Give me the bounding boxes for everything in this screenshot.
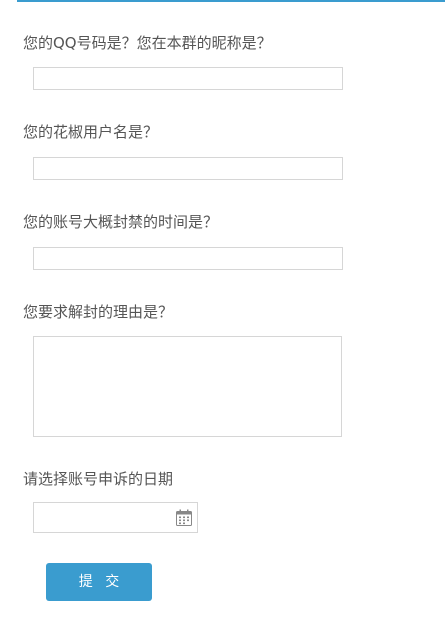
username-input[interactable] bbox=[33, 157, 343, 180]
appeal-date-field bbox=[33, 502, 198, 533]
question-label-qq: 您的QQ号码是？您在本群的昵称是？ bbox=[23, 34, 272, 52]
submit-button[interactable]: 提 交 bbox=[46, 563, 152, 601]
top-accent-line bbox=[17, 0, 445, 2]
appeal-date-input[interactable] bbox=[34, 503, 172, 532]
reason-textarea[interactable] bbox=[33, 336, 342, 437]
question-label-ban-time: 您的账号大概封禁的时间是？ bbox=[23, 213, 219, 231]
ban-time-input[interactable] bbox=[33, 247, 343, 270]
appeal-form-page: 您的QQ号码是？您在本群的昵称是？ 您的花椒用户名是？ 您的账号大概封禁的时间是… bbox=[0, 0, 445, 632]
calendar-icon[interactable] bbox=[176, 509, 192, 526]
qq-nickname-input[interactable] bbox=[33, 67, 343, 90]
question-label-username: 您的花椒用户名是？ bbox=[23, 123, 159, 141]
question-label-date: 请选择账号申诉的日期 bbox=[23, 470, 174, 488]
question-label-reason: 您要求解封的理由是？ bbox=[23, 303, 174, 321]
